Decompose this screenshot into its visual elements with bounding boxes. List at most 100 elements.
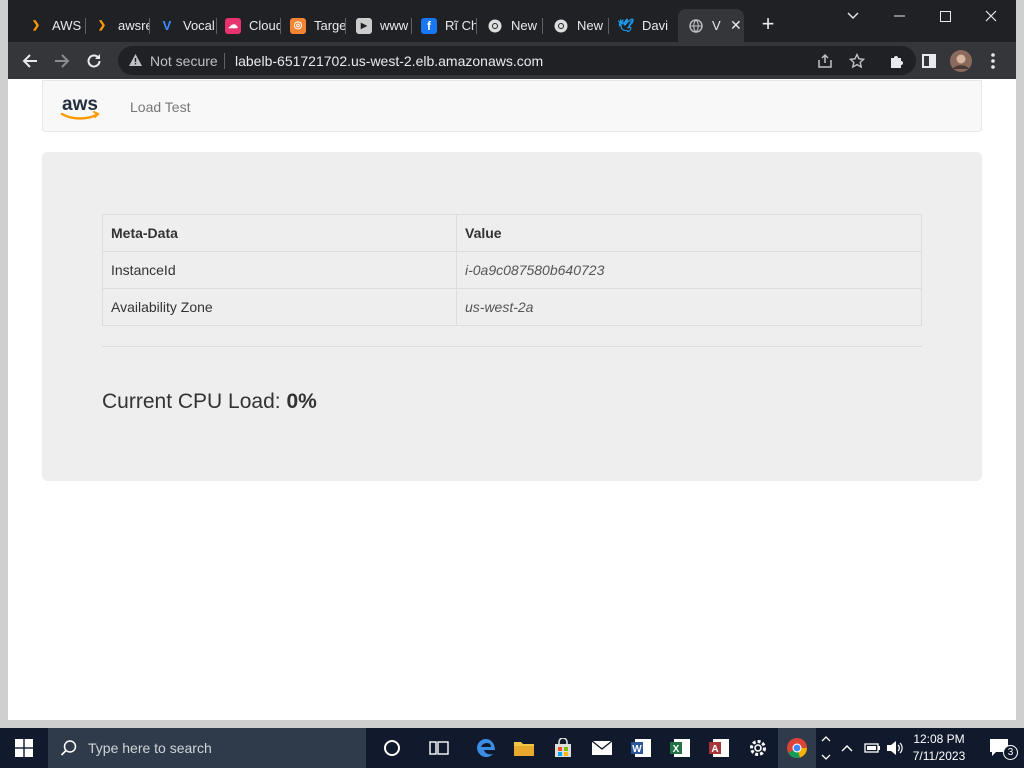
- reload-icon: [87, 54, 101, 68]
- star-icon[interactable]: [848, 52, 866, 70]
- scroll-arrows-icon: [821, 736, 831, 760]
- share-icon[interactable]: [816, 52, 834, 70]
- excel-app[interactable]: X: [661, 728, 699, 768]
- power-status[interactable]: [860, 728, 882, 768]
- forward-button[interactable]: [49, 48, 75, 74]
- word-app[interactable]: W: [622, 728, 660, 768]
- close-tab-icon[interactable]: ✕: [730, 17, 742, 34]
- notification-center-button[interactable]: 3: [980, 728, 1020, 768]
- tab-new-2[interactable]: New: [543, 9, 609, 42]
- taskbar-search-box[interactable]: Type here to search: [48, 728, 366, 768]
- maximize-button[interactable]: [922, 4, 968, 28]
- profile-avatar[interactable]: [948, 48, 974, 74]
- avatar-icon: [950, 50, 972, 72]
- instance-id-value: i-0a9c087580b640723: [465, 262, 605, 278]
- excel-icon: X: [670, 739, 690, 757]
- tab-title: AWS: [52, 18, 82, 33]
- url-text[interactable]: labelb-651721702.us-west-2.elb.amazonaws…: [235, 53, 543, 69]
- table-row: Availability Zone us-west-2a: [102, 288, 922, 326]
- show-hidden-icons-button[interactable]: [838, 728, 856, 768]
- chrome-icon: [487, 18, 503, 34]
- taskbar-scroll[interactable]: [818, 728, 834, 768]
- mail-app[interactable]: [583, 728, 621, 768]
- task-view-button[interactable]: [420, 728, 458, 768]
- tab-title: Davi: [642, 18, 669, 33]
- metadata-value: i-0a9c087580b640723: [456, 251, 922, 289]
- start-button[interactable]: [0, 728, 48, 768]
- taskbar-clock[interactable]: 12:08 PM 7/11/2023: [908, 731, 970, 765]
- search-icon: [60, 740, 77, 756]
- tab-target[interactable]: ◎ Targe: [280, 9, 346, 42]
- security-label[interactable]: Not secure: [150, 53, 218, 69]
- taskbar: Type here to search W X A 12:08 PM 7/11/…: [0, 728, 1024, 768]
- minimize-button[interactable]: [876, 4, 922, 28]
- tab-search-button[interactable]: [830, 4, 876, 28]
- puzzle-icon: [891, 56, 903, 68]
- svg-text:X: X: [673, 744, 680, 755]
- tab-strip: ❯ AWS ❯ awsre V Vocal ☁ Cloud ◎ Targe ▶ …: [8, 0, 1016, 45]
- minimize-icon: [893, 15, 905, 17]
- tab-title: New: [511, 18, 538, 33]
- tab-vocareum[interactable]: V Vocal: [149, 9, 217, 42]
- tab-title: Rĩ Ch: [445, 18, 477, 33]
- tab-title: Cloud: [249, 18, 281, 33]
- table-header-row: Meta-Data Value: [102, 214, 922, 252]
- chevron-down-icon: [847, 12, 859, 19]
- extensions-button[interactable]: [884, 48, 910, 74]
- tab-active[interactable]: V ✕: [678, 9, 744, 42]
- chrome-icon: [553, 18, 569, 34]
- tab-title: Targe: [314, 18, 346, 33]
- file-explorer-app[interactable]: [505, 728, 543, 768]
- side-panel-icon: [922, 54, 936, 68]
- tab-twitter[interactable]: 🕊 Davi: [608, 9, 676, 42]
- arrow-left-icon: [22, 54, 37, 68]
- cortana-button[interactable]: [373, 728, 411, 768]
- folder-icon: [514, 742, 534, 756]
- edge-app[interactable]: [467, 728, 505, 768]
- settings-app[interactable]: [739, 728, 777, 768]
- cpu-load-value: 0%: [286, 390, 317, 413]
- volume-control[interactable]: [884, 728, 906, 768]
- tab-cloud[interactable]: ☁ Cloud: [215, 9, 281, 42]
- aws-logo-text: aws: [62, 94, 98, 115]
- store-app[interactable]: [544, 728, 582, 768]
- reload-button[interactable]: [81, 48, 107, 74]
- column-header: Meta-Data: [102, 214, 457, 252]
- tab-aws[interactable]: ❯ AWS: [18, 9, 86, 42]
- clock-date: 7/11/2023: [912, 749, 966, 763]
- tab-youtube[interactable]: ▶ www: [346, 9, 412, 42]
- page-viewport: aws Load Test Meta-Data Value InstanceId…: [8, 79, 1016, 720]
- search-placeholder[interactable]: Type here to search: [88, 740, 212, 756]
- svg-text:A: A: [711, 744, 718, 755]
- edge-icon: [477, 739, 495, 757]
- tab-awsre[interactable]: ❯ awsre: [84, 9, 150, 42]
- access-app[interactable]: A: [700, 728, 738, 768]
- gear-icon: [750, 740, 766, 756]
- close-window-button[interactable]: [968, 4, 1014, 28]
- side-panel-button[interactable]: [916, 48, 942, 74]
- menu-button[interactable]: [980, 48, 1006, 74]
- aws-icon: ❯: [97, 20, 107, 31]
- access-icon: A: [709, 739, 729, 757]
- vocareum-icon: V: [162, 18, 172, 33]
- metadata-table: Meta-Data Value InstanceId i-0a9c087580b…: [102, 214, 922, 326]
- browser-toolbar: Not secure labelb-651721702.us-west-2.el…: [8, 42, 1016, 79]
- battery-plug-icon: [864, 743, 880, 753]
- close-icon: [985, 10, 997, 22]
- tab-title: awsre: [118, 18, 150, 33]
- new-tab-button[interactable]: +: [756, 12, 780, 36]
- mail-icon: [591, 740, 613, 755]
- navbar-brand[interactable]: Load Test: [130, 99, 190, 115]
- table-row: InstanceId i-0a9c087580b640723: [102, 251, 922, 289]
- aws-logo[interactable]: aws: [59, 93, 101, 123]
- tab-facebook[interactable]: f Rĩ Ch: [411, 9, 477, 42]
- warning-icon[interactable]: [128, 53, 143, 72]
- maximize-icon: [939, 10, 951, 22]
- back-button[interactable]: [17, 48, 43, 74]
- chrome-app[interactable]: [778, 728, 816, 768]
- store-bag-icon: [555, 738, 571, 757]
- address-bar[interactable]: Not secure labelb-651721702.us-west-2.el…: [118, 46, 916, 75]
- cpu-load-label: Current CPU Load:: [102, 390, 281, 413]
- tab-new-1[interactable]: New: [477, 9, 543, 42]
- speaker-icon: [887, 741, 903, 755]
